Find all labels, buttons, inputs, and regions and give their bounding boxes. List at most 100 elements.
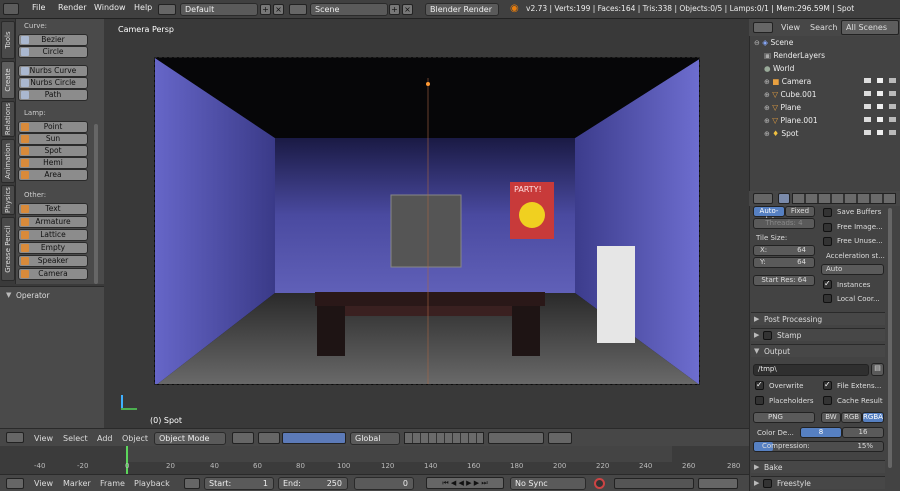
outliner-tab-view[interactable]: View — [781, 23, 800, 32]
3d-viewport[interactable]: Camera Persp PARTY! (0) Spot — [104, 19, 749, 428]
scene-select[interactable]: Scene — [310, 3, 388, 16]
select-arrow-icon[interactable] — [877, 78, 883, 141]
acceleration-select[interactable]: Auto — [821, 264, 884, 275]
path-button[interactable]: Path — [18, 89, 88, 101]
local-coords-checkbox[interactable] — [823, 294, 832, 303]
keyframe-icon[interactable] — [698, 478, 738, 489]
threads-field[interactable]: Threads: 4 — [753, 218, 815, 229]
empty-button[interactable]: Empty — [18, 242, 88, 254]
auto-detect-button[interactable]: Auto-det — [753, 206, 785, 224]
tab-tools[interactable]: Tools — [1, 21, 15, 59]
layout-icon[interactable] — [158, 4, 176, 15]
menu-playback[interactable]: Playback — [134, 479, 170, 488]
editor-type-icon[interactable] — [6, 478, 24, 489]
menu-render[interactable]: Render — [58, 3, 86, 12]
add-scene-button[interactable]: + — [389, 4, 400, 15]
outliner-item-camera[interactable]: ⊕ ■ Camera — [764, 77, 811, 90]
property-tabs-icon[interactable] — [792, 193, 896, 204]
point-lamp-button[interactable]: Point — [18, 121, 88, 133]
render-camera-icon[interactable] — [889, 78, 896, 141]
editor-type-icon[interactable] — [6, 432, 24, 443]
overwrite-checkbox[interactable] — [755, 380, 764, 390]
menu-frame[interactable]: Frame — [100, 479, 125, 488]
tile-y-field[interactable]: Y: 64 — [753, 257, 815, 268]
timeline[interactable] — [0, 446, 749, 474]
file-format-select[interactable]: PNG — [753, 412, 815, 423]
visibility-eye-icon[interactable] — [864, 78, 871, 141]
start-res-field[interactable]: Start Res: 64 — [753, 275, 815, 286]
record-icon[interactable] — [594, 478, 605, 489]
outliner-item-spot[interactable]: ⊕ ♦ Spot — [764, 129, 798, 142]
layout-select[interactable]: Default — [180, 3, 258, 16]
stamp-checkbox[interactable] — [763, 331, 772, 340]
compression-slider[interactable]: Compression: 15% — [753, 441, 884, 452]
expand-icon[interactable]: ⊕ — [764, 117, 770, 125]
collapse-icon[interactable]: ▼ — [6, 291, 11, 299]
color-depth-8-button[interactable]: 8 — [800, 427, 842, 438]
tab-physics[interactable]: Physics — [1, 185, 15, 215]
armature-button[interactable]: Armature — [18, 216, 88, 228]
free-image-checkbox[interactable] — [823, 223, 832, 232]
nurbs-curve-button[interactable]: Nurbs Curve — [18, 65, 88, 77]
current-frame-field[interactable]: 0 — [354, 477, 414, 490]
tab-grease-pencil[interactable]: Grease Pencil — [1, 217, 15, 281]
remove-scene-button[interactable]: × — [402, 4, 413, 15]
collapse-icon[interactable]: ⊖ — [754, 39, 760, 47]
expand-icon[interactable]: ⊕ — [764, 91, 770, 99]
camera-button[interactable]: Camera — [18, 268, 88, 280]
bezier-button[interactable]: Bezier — [18, 34, 88, 46]
render-tab-icon[interactable] — [778, 193, 790, 204]
blender-logo-icon[interactable] — [3, 3, 19, 15]
outliner-item-plane-001[interactable]: ⊕ ▽ Plane.001 — [764, 116, 818, 129]
menu-file[interactable]: File — [32, 3, 45, 12]
text-button[interactable]: Text — [18, 203, 88, 215]
nurbs-circle-button[interactable]: Nurbs Circle — [18, 77, 88, 89]
sync-select[interactable]: No Sync — [510, 477, 586, 490]
outliner-item-cube[interactable]: ⊕ ▽ Cube.001 — [764, 90, 817, 103]
start-frame-field[interactable]: Start: 1 — [204, 477, 274, 490]
area-lamp-button[interactable]: Area — [18, 169, 88, 181]
freestyle-checkbox[interactable] — [763, 479, 772, 488]
editor-type-icon[interactable] — [753, 193, 773, 204]
scene-icon[interactable] — [289, 4, 307, 15]
rgb-button[interactable]: RGB — [841, 412, 862, 423]
expand-icon[interactable]: ⊕ — [764, 104, 770, 112]
expand-icon[interactable]: ⊕ — [764, 78, 770, 86]
tab-relations[interactable]: Relations — [1, 101, 15, 137]
post-processing-panel[interactable]: ▶ Post Processing — [751, 312, 885, 325]
playback-controls-icon[interactable]: ⏮ ◀ ◀ ▶ ▶ ⏭ — [426, 477, 504, 489]
output-path-field[interactable]: /tmp\ — [753, 364, 869, 376]
folder-icon[interactable]: ▤ — [871, 363, 884, 376]
bake-panel[interactable]: ▶ Bake — [751, 460, 885, 473]
outliner-item-plane[interactable]: ⊕ ▽ Plane — [764, 103, 801, 116]
keying-set-icon[interactable] — [614, 478, 694, 489]
menu-window[interactable]: Window — [94, 3, 126, 12]
menu-view[interactable]: View — [34, 479, 53, 488]
render-preview-icon[interactable] — [548, 432, 572, 444]
circle-button[interactable]: Circle — [18, 46, 88, 58]
outliner-tab-all-scenes[interactable]: All Scenes — [841, 20, 899, 35]
speaker-button[interactable]: Speaker — [18, 255, 88, 267]
instances-checkbox[interactable] — [823, 279, 832, 289]
end-frame-field[interactable]: End: 250 — [278, 477, 348, 490]
lattice-button[interactable]: Lattice — [18, 229, 88, 241]
hemi-lamp-button[interactable]: Hemi — [18, 157, 88, 169]
menu-add[interactable]: Add — [97, 434, 113, 443]
spot-lamp-button[interactable]: Spot — [18, 145, 88, 157]
remove-layout-button[interactable]: × — [273, 4, 284, 15]
sun-lamp-button[interactable]: Sun — [18, 133, 88, 145]
freestyle-panel[interactable]: ▶ Freestyle — [751, 476, 885, 489]
mode-select[interactable]: Object Mode — [154, 432, 226, 445]
manipulator-icon[interactable] — [282, 432, 346, 444]
add-layout-button[interactable]: + — [260, 4, 271, 15]
placeholders-checkbox[interactable] — [755, 396, 764, 405]
menu-marker[interactable]: Marker — [63, 479, 91, 488]
pivot-icon[interactable] — [258, 432, 280, 444]
outliner-item-scene[interactable]: ⊖ ◈ Scene — [754, 38, 793, 51]
menu-object[interactable]: Object — [122, 434, 148, 443]
menu-select[interactable]: Select — [63, 434, 88, 443]
rgba-button[interactable]: RGBA — [862, 412, 884, 423]
tile-x-field[interactable]: X: 64 — [753, 245, 815, 256]
tab-create[interactable]: Create — [1, 61, 15, 99]
expand-icon[interactable]: ⊕ — [764, 130, 770, 138]
